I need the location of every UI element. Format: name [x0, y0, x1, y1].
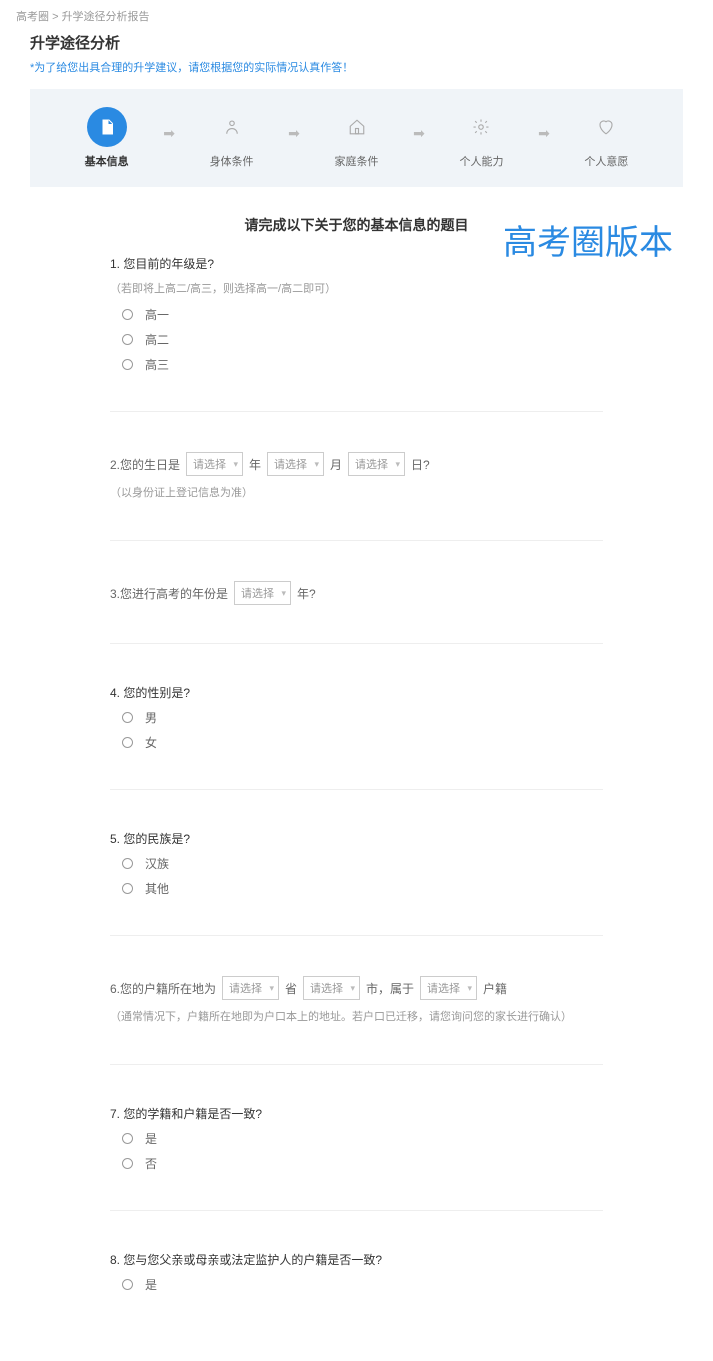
step-basic-info[interactable]: 基本信息 — [54, 107, 159, 169]
question-hint: （通常情况下，户籍所在地即为户口本上的地址。若户口已迁移，请您询问您的家长进行确… — [110, 1008, 603, 1024]
radio-icon — [122, 712, 133, 723]
question-title: 4. 您的性别是? — [110, 684, 603, 701]
arrow-icon: ➡ — [159, 125, 179, 142]
unit-month: 月 — [330, 456, 342, 473]
year-select[interactable]: 请选择 — [186, 452, 243, 476]
month-select[interactable]: 请选择 — [267, 452, 324, 476]
radio-label: 高三 — [145, 356, 169, 373]
steps-bar: 基本信息 ➡ 身体条件 ➡ 家庭条件 ➡ 个人能力 — [30, 89, 683, 187]
radio-label: 女 — [145, 734, 157, 751]
radio-label: 汉族 — [145, 855, 169, 872]
step-physical[interactable]: 身体条件 — [179, 107, 284, 169]
breadcrumb-item[interactable]: 高考圈 — [16, 11, 49, 23]
page-subtitle: *为了给您出具合理的升学建议，请您根据您的实际情况认真作答！ — [30, 59, 683, 75]
step-preference[interactable]: 个人意愿 — [554, 107, 659, 169]
watermark: 高考圈版本 — [503, 215, 673, 264]
question-school-residence-match: 7. 您的学籍和户籍是否一致? 是 否 — [110, 1105, 603, 1211]
question-birthday: 2.您的生日是 请选择 年 请选择 月 请选择 日? （以身份证上登记信息为准） — [110, 452, 603, 541]
step-label: 家庭条件 — [335, 153, 379, 169]
breadcrumb-sep: > — [52, 11, 58, 23]
radio-label: 男 — [145, 709, 157, 726]
radio-label: 是 — [145, 1276, 157, 1293]
unit-city: 市，属于 — [366, 980, 414, 997]
question-prefix: 6.您的户籍所在地为 — [110, 980, 216, 997]
question-hint: （若即将上高二/高三，则选择高一/高二即可） — [110, 280, 603, 296]
radio-icon — [122, 1133, 133, 1144]
residence-type-select[interactable]: 请选择 — [420, 976, 477, 1000]
radio-icon — [122, 1158, 133, 1169]
radio-label: 否 — [145, 1155, 157, 1172]
arrow-icon: ➡ — [409, 125, 429, 142]
day-select[interactable]: 请选择 — [348, 452, 405, 476]
province-select[interactable]: 请选择 — [222, 976, 279, 1000]
radio-icon — [122, 858, 133, 869]
step-label: 身体条件 — [210, 153, 254, 169]
city-select[interactable]: 请选择 — [303, 976, 360, 1000]
question-exam-year: 3.您进行高考的年份是 请选择 年? — [110, 581, 603, 644]
radio-label: 其他 — [145, 880, 169, 897]
heart-icon — [586, 107, 626, 147]
person-icon — [212, 107, 252, 147]
question-prefix: 3.您进行高考的年份是 — [110, 585, 228, 602]
exam-year-select[interactable]: 请选择 — [234, 581, 291, 605]
question-ethnicity: 5. 您的民族是? 汉族 其他 — [110, 830, 603, 936]
step-label: 基本信息 — [85, 153, 129, 169]
question-title: 8. 您与您父亲或母亲或法定监护人的户籍是否一致? — [110, 1251, 603, 1268]
radio-option[interactable]: 是 — [122, 1130, 603, 1147]
radio-option[interactable]: 是 — [122, 1276, 603, 1293]
question-grade: 1. 您目前的年级是? （若即将上高二/高三，则选择高一/高二即可） 高一 高二… — [110, 255, 603, 412]
radio-option[interactable]: 男 — [122, 709, 603, 726]
radio-option[interactable]: 高三 — [122, 356, 603, 373]
gear-icon — [461, 107, 501, 147]
radio-option[interactable]: 否 — [122, 1155, 603, 1172]
page-title: 升学途径分析 — [30, 32, 683, 53]
unit-year: 年? — [297, 585, 316, 602]
radio-label: 是 — [145, 1130, 157, 1147]
radio-icon — [122, 883, 133, 894]
step-label: 个人能力 — [459, 153, 503, 169]
unit-year: 年 — [249, 456, 261, 473]
radio-icon — [122, 1279, 133, 1290]
radio-option[interactable]: 女 — [122, 734, 603, 751]
question-prefix: 2.您的生日是 — [110, 456, 180, 473]
question-guardian-residence-match: 8. 您与您父亲或母亲或法定监护人的户籍是否一致? 是 — [110, 1251, 603, 1311]
step-ability[interactable]: 个人能力 — [429, 107, 534, 169]
unit-province: 省 — [285, 980, 297, 997]
radio-option[interactable]: 其他 — [122, 880, 603, 897]
unit-day: 日? — [411, 456, 430, 473]
document-icon — [87, 107, 127, 147]
breadcrumb: 高考圈 > 升学途径分析报告 — [0, 0, 713, 32]
question-title: 7. 您的学籍和户籍是否一致? — [110, 1105, 603, 1122]
radio-label: 高二 — [145, 331, 169, 348]
breadcrumb-item: 升学途径分析报告 — [62, 11, 150, 23]
radio-label: 高一 — [145, 306, 169, 323]
radio-option[interactable]: 高二 — [122, 331, 603, 348]
arrow-icon: ➡ — [284, 125, 304, 142]
arrow-icon: ➡ — [534, 125, 554, 142]
unit-residence: 户籍 — [483, 980, 507, 997]
radio-icon — [122, 737, 133, 748]
question-residence: 6.您的户籍所在地为 请选择 省 请选择 市，属于 请选择 户籍 （通常情况下，… — [110, 976, 603, 1065]
question-gender: 4. 您的性别是? 男 女 — [110, 684, 603, 790]
radio-option[interactable]: 汉族 — [122, 855, 603, 872]
question-hint: （以身份证上登记信息为准） — [110, 484, 603, 500]
radio-option[interactable]: 高一 — [122, 306, 603, 323]
radio-icon — [122, 359, 133, 370]
step-family[interactable]: 家庭条件 — [304, 107, 409, 169]
step-label: 个人意愿 — [584, 153, 628, 169]
radio-icon — [122, 309, 133, 320]
home-icon — [337, 107, 377, 147]
question-title: 5. 您的民族是? — [110, 830, 603, 847]
radio-icon — [122, 334, 133, 345]
